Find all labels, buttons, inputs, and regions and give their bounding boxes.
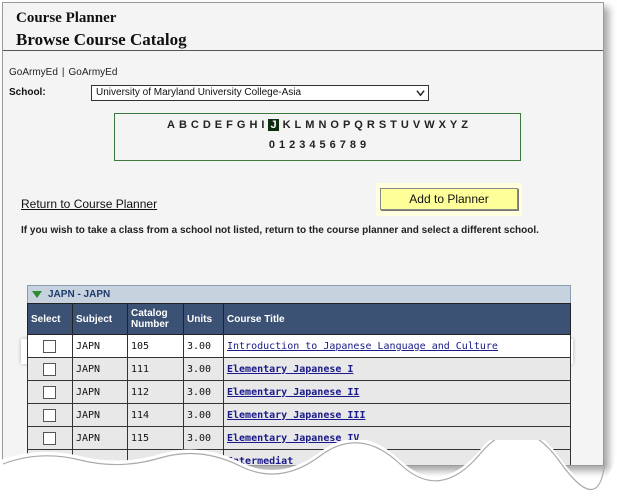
select-checkbox[interactable] (43, 408, 56, 422)
letter-link-g[interactable]: G (237, 119, 246, 131)
title-cell: Introduction to Japanese Language and Cu… (223, 334, 571, 358)
letter-link-z[interactable]: Z (461, 119, 468, 131)
letter-link-a[interactable]: A (167, 119, 175, 131)
digit-link-3[interactable]: 3 (299, 139, 305, 151)
grid-title: JAPN - JAPN (48, 289, 111, 300)
catalog-cell: 114 (127, 403, 184, 427)
breadcrumb-item-1[interactable]: GoArmyEd (9, 67, 58, 78)
digit-link-6[interactable]: 6 (330, 139, 336, 151)
page-title: Course Planner (16, 10, 117, 26)
letter-link-p[interactable]: P (343, 119, 350, 131)
letter-link-c[interactable]: C (191, 119, 199, 131)
digit-link-0[interactable]: 0 (269, 139, 275, 151)
return-to-planner-link[interactable]: Return to Course Planner (21, 197, 157, 211)
torn-edge (0, 440, 617, 498)
add-button-highlight: Add to Planner (376, 183, 522, 216)
units-cell: 3.00 (183, 334, 224, 358)
col-catalog: Catalog Number (127, 303, 184, 335)
catalog-cell: 105 (127, 334, 184, 358)
breadcrumb: GoArmyEd | GoArmyEd (7, 67, 119, 78)
units-cell: 3.00 (183, 357, 224, 381)
digit-link-1[interactable]: 1 (279, 139, 285, 151)
units-cell: 3.00 (183, 380, 224, 404)
table-row: JAPN 114 3.00 Elementary Japanese III (27, 403, 571, 427)
col-title: Course Title (223, 303, 571, 335)
course-title-link[interactable]: Elementary Japanese II (227, 387, 359, 398)
letter-link-l[interactable]: L (295, 119, 302, 131)
course-grid: JAPN - JAPN Select Subject Catalog Numbe… (27, 285, 571, 465)
letter-link-t[interactable]: T (390, 119, 397, 131)
select-cell (27, 334, 73, 358)
collapse-triangle-icon[interactable] (32, 290, 42, 298)
title-cell: Elementary Japanese II (223, 380, 571, 404)
school-label: School: (9, 87, 46, 98)
subject-cell: JAPN (72, 357, 128, 381)
school-select[interactable]: University of Maryland University Colleg… (91, 85, 429, 101)
digit-links: 0123456789 (115, 139, 520, 151)
digit-link-4[interactable]: 4 (309, 139, 315, 151)
course-title-link[interactable]: Introduction to Japanese Language and Cu… (227, 341, 498, 352)
letter-link-e[interactable]: E (215, 119, 222, 131)
course-title-link[interactable]: Elementary Japanese III (227, 410, 365, 421)
letter-link-m[interactable]: M (305, 119, 314, 131)
col-select: Select (27, 303, 73, 335)
alphabet-filter: ABCDEFGHIJKLMNOPQRSTUVWXYZ 0123456789 (114, 113, 521, 161)
table-header-row: Select Subject Catalog Number Units Cour… (27, 303, 571, 335)
col-units: Units (183, 303, 224, 335)
letter-link-r[interactable]: R (367, 119, 375, 131)
catalog-cell: 111 (127, 357, 184, 381)
select-checkbox[interactable] (43, 385, 56, 399)
letter-link-o[interactable]: O (330, 119, 339, 131)
letter-link-j[interactable]: J (268, 119, 279, 131)
letter-link-x[interactable]: X (439, 119, 446, 131)
title-cell: Elementary Japanese III (223, 403, 571, 427)
letter-links: ABCDEFGHIJKLMNOPQRSTUVWXYZ (115, 119, 520, 131)
letter-link-u[interactable]: U (401, 119, 409, 131)
digit-link-2[interactable]: 2 (289, 139, 295, 151)
letter-link-f[interactable]: F (226, 119, 233, 131)
digit-link-7[interactable]: 7 (340, 139, 346, 151)
table-row: JAPN 111 3.00 Elementary Japanese I (27, 357, 571, 381)
letter-link-y[interactable]: Y (450, 119, 457, 131)
select-cell (27, 357, 73, 381)
letter-link-s[interactable]: S (379, 119, 386, 131)
letter-link-w[interactable]: W (424, 119, 434, 131)
subject-cell: JAPN (72, 403, 128, 427)
letter-link-h[interactable]: H (249, 119, 257, 131)
units-cell: 3.00 (183, 403, 224, 427)
info-text: If you wish to take a class from a schoo… (21, 225, 539, 236)
breadcrumb-item-2[interactable]: GoArmyEd (69, 67, 118, 78)
chevron-down-icon (416, 90, 425, 97)
digit-link-9[interactable]: 9 (360, 139, 366, 151)
digit-link-8[interactable]: 8 (350, 139, 356, 151)
table-row: JAPN 105 3.00 Introduction to Japanese Lang… (27, 334, 571, 358)
title-cell: Elementary Japanese I (223, 357, 571, 381)
header-divider (3, 50, 603, 51)
catalog-cell: 112 (127, 380, 184, 404)
breadcrumb-separator: | (61, 67, 65, 78)
table-row: JAPN 112 3.00 Elementary Japanese II (27, 380, 571, 404)
letter-link-v[interactable]: V (413, 119, 420, 131)
col-subject: Subject (72, 303, 128, 335)
subject-cell: JAPN (72, 334, 128, 358)
school-select-value: University of Maryland University Colleg… (96, 87, 302, 98)
app-window: Course Planner Browse Course Catalog GoA… (2, 2, 604, 466)
subject-cell: JAPN (72, 380, 128, 404)
letter-link-b[interactable]: B (179, 119, 187, 131)
grid-header[interactable]: JAPN - JAPN (27, 285, 571, 303)
add-to-planner-button[interactable]: Add to Planner (380, 188, 518, 210)
select-checkbox[interactable] (43, 339, 56, 353)
select-cell (27, 380, 73, 404)
select-checkbox[interactable] (43, 362, 56, 376)
page-subtitle: Browse Course Catalog (16, 30, 187, 49)
digit-link-5[interactable]: 5 (320, 139, 326, 151)
letter-link-q[interactable]: Q (354, 119, 363, 131)
letter-link-k[interactable]: K (283, 119, 291, 131)
letter-link-i[interactable]: I (261, 119, 264, 131)
select-cell (27, 403, 73, 427)
letter-link-n[interactable]: N (318, 119, 326, 131)
letter-link-d[interactable]: D (203, 119, 211, 131)
course-title-link[interactable]: Elementary Japanese I (227, 364, 353, 375)
